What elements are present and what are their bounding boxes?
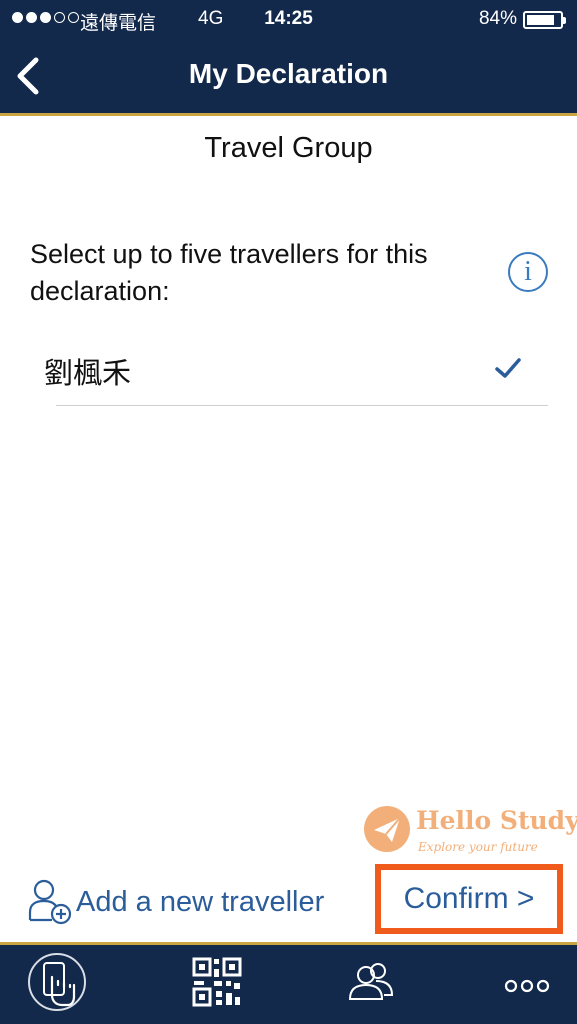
confirm-button[interactable]: Confirm >	[381, 870, 557, 928]
more-icon	[504, 979, 550, 993]
tab-touch[interactable]	[28, 953, 86, 1011]
traveller-name: 劉楓禾	[44, 356, 132, 390]
battery-percent: 84%	[478, 8, 517, 29]
add-traveller-label: Add a new traveller	[76, 885, 325, 918]
add-traveller-button[interactable]: Add a new traveller	[26, 876, 324, 928]
tab-group[interactable]	[342, 955, 402, 1015]
checkmark-icon	[495, 358, 521, 378]
qr-code-icon	[192, 957, 242, 1007]
watermark-title: Hello Study	[416, 806, 577, 835]
group-icon	[348, 963, 394, 1000]
watermark-subtitle: Explore your future	[418, 840, 538, 854]
watermark-logo: Hello Study Explore your future	[362, 802, 577, 860]
instruction-text: Select up to five travellers for this de…	[30, 239, 428, 306]
traveller-row[interactable]: 劉楓禾	[44, 332, 548, 406]
tab-qr[interactable]	[190, 955, 250, 1015]
tab-more[interactable]	[500, 955, 560, 1015]
battery-icon	[523, 11, 566, 29]
touch-hand-icon	[43, 962, 76, 1007]
top-bar: 遠傳電信 4G 14:25 84% My Declaration	[0, 0, 577, 116]
paper-plane-icon	[364, 806, 410, 852]
page-title: My Declaration	[188, 58, 389, 89]
section-title: Travel Group	[204, 132, 373, 164]
add-person-icon	[28, 879, 72, 925]
confirm-highlight: Confirm >	[375, 864, 563, 934]
tab-bar	[0, 942, 577, 1024]
info-icon[interactable]: i	[508, 252, 548, 292]
status-bar: 遠傳電信 4G 14:25 84%	[0, 0, 577, 38]
